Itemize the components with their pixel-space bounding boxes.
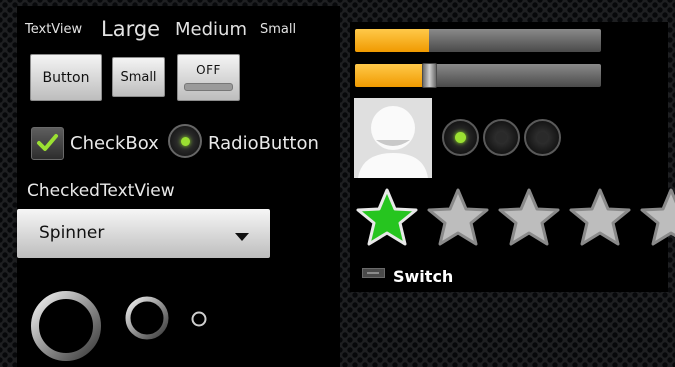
widgets-panel-left: TextView Large Medium Small Button Small…: [17, 6, 340, 367]
radio-selected-dot: [455, 132, 466, 143]
radio-group-option[interactable]: [524, 119, 561, 156]
seek-bar-fill: [355, 64, 429, 87]
spinner-value: Spinner: [39, 223, 105, 243]
checked-text-view[interactable]: CheckedTextView: [27, 181, 175, 201]
textview-label: TextView: [25, 22, 83, 37]
toggle-indicator: [184, 83, 233, 91]
radio-button[interactable]: [168, 124, 202, 158]
radio-empty-dot: [496, 132, 507, 143]
small-button[interactable]: Small: [112, 57, 165, 97]
small-text: Small: [260, 22, 297, 37]
seek-bar-thumb[interactable]: [421, 63, 437, 88]
radio-button-label[interactable]: RadioButton: [208, 133, 319, 154]
radio-selected-dot: [181, 137, 190, 146]
medium-text: Medium: [175, 19, 247, 40]
user-icon: [358, 106, 428, 178]
avatar-placeholder: [354, 98, 432, 178]
radio-empty-dot: [537, 132, 548, 143]
progress-bar: [355, 29, 601, 52]
checkbox[interactable]: [31, 127, 64, 160]
radio-group-option[interactable]: [442, 119, 479, 156]
progress-bar-fill: [355, 29, 429, 52]
spinner[interactable]: Spinner: [17, 209, 270, 258]
dropdown-arrow-icon: [235, 233, 249, 241]
large-text: Large: [101, 17, 161, 41]
seek-bar[interactable]: [355, 63, 601, 88]
button[interactable]: Button: [30, 54, 102, 101]
progress-spinner-medium: [125, 296, 169, 340]
switch-label[interactable]: Switch: [393, 267, 453, 286]
star-empty-icon[interactable]: [425, 185, 491, 251]
switch-toggle-icon[interactable]: [362, 268, 385, 278]
toggle-button[interactable]: OFF: [177, 54, 240, 101]
progress-spinner-large: [31, 291, 101, 361]
star-empty-icon[interactable]: [567, 185, 633, 251]
star-empty-icon[interactable]: [496, 185, 562, 251]
radio-group-option[interactable]: [483, 119, 520, 156]
widgets-panel-right: Switch: [350, 22, 675, 292]
star-empty-icon[interactable]: [638, 185, 675, 251]
small-button-label: Small: [120, 69, 157, 85]
toggle-state-label: OFF: [196, 63, 221, 77]
star-filled-icon[interactable]: [354, 185, 420, 251]
check-icon: [37, 134, 58, 151]
button-label: Button: [42, 69, 90, 86]
progress-spinner-small: [191, 311, 207, 327]
checkbox-label[interactable]: CheckBox: [70, 133, 159, 154]
